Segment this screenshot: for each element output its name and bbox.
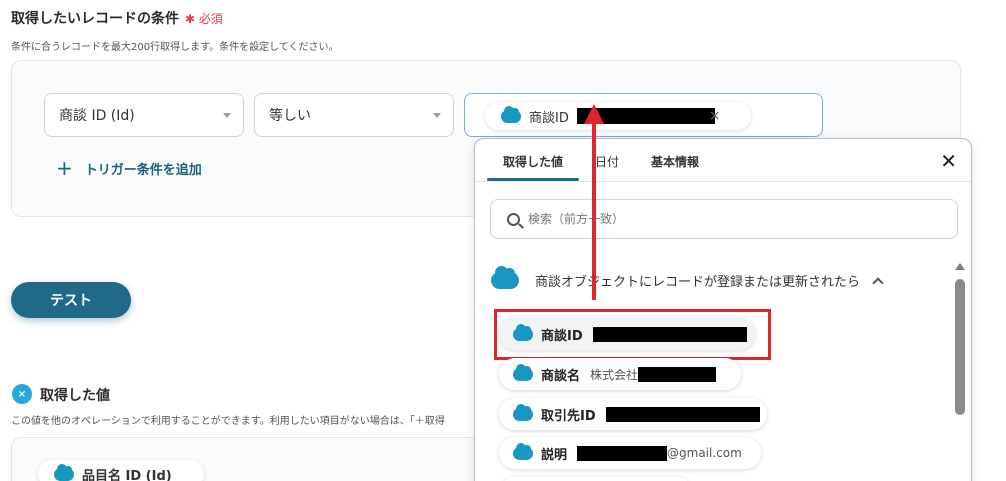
value-input[interactable]: 商談ID × [464, 93, 823, 137]
redacted-value [605, 406, 760, 422]
redacted-value [577, 445, 668, 461]
got-values-description: この値を他のオペレーションで利用することができます。利用したい項目がない場合は、… [11, 416, 445, 427]
list-item-account-id[interactable]: 取引先ID [499, 398, 767, 430]
cloud-icon [54, 463, 74, 481]
got-values-icon: × [12, 384, 32, 404]
redacted-value [638, 366, 717, 382]
scroll-up-icon[interactable] [955, 263, 965, 270]
operator-select[interactable]: 等しい [254, 93, 454, 137]
chevron-up-icon[interactable] [872, 276, 884, 289]
group-title: 商談オブジェクトにレコードが登録または更新されたら [535, 275, 861, 290]
got-value-chip[interactable]: 品目名 ID (Id) [38, 460, 204, 481]
test-button[interactable]: テスト [11, 282, 131, 318]
close-icon[interactable]: ✕ [940, 151, 957, 171]
cloud-icon [513, 403, 533, 421]
list-item-partial[interactable] [499, 477, 693, 481]
required-badge: ✱ 必須 [185, 12, 223, 26]
chevron-down-icon [433, 113, 441, 118]
item-label: 取引先ID [541, 408, 596, 424]
cloud-icon [491, 266, 519, 289]
add-trigger-button[interactable]: + トリガー条件を追加 [56, 158, 202, 178]
close-icon[interactable]: × [709, 108, 721, 124]
value-chip-label: 商談ID [529, 110, 569, 126]
item-label: 説明 [541, 447, 568, 463]
section-title: 取得したいレコードの条件 ✱ 必須 [11, 8, 223, 28]
search-field[interactable] [490, 199, 958, 239]
value-picker-popup: 取得した値 日付 基本情報 ✕ 商談オブジェクトにレコードが登録または更新された… [474, 138, 972, 481]
cloud-icon [513, 363, 533, 381]
field-select-value: 商談 ID (Id) [59, 108, 135, 124]
item-value: @gmail.com [667, 446, 742, 460]
value-chip[interactable]: 商談ID × [485, 102, 751, 130]
section-description: 条件に合うレコードを最大200行取得します。条件を設定してください。 [11, 42, 339, 53]
list-item-description[interactable]: 説明 @gmail.com [499, 437, 761, 469]
got-values-panel: 品目名 ID (Id) [11, 437, 481, 481]
search-icon [507, 212, 520, 226]
add-trigger-label: トリガー条件を追加 [84, 162, 202, 178]
tab-basic-info[interactable]: 基本情報 [651, 153, 699, 170]
tab-date[interactable]: 日付 [595, 153, 619, 170]
chevron-down-icon [223, 113, 231, 118]
plus-icon: + [56, 156, 73, 180]
cloud-icon [513, 442, 533, 460]
redacted-value [576, 108, 715, 124]
operator-select-value: 等しい [269, 108, 311, 124]
got-values-title: 取得した値 [40, 388, 110, 404]
search-input[interactable] [528, 212, 908, 226]
item-label: 商談名 [541, 368, 581, 384]
list-item-deal-name[interactable]: 商談名 株式会社 [499, 358, 741, 390]
got-value-chip-label: 品目名 ID (Id) [82, 468, 172, 481]
field-select[interactable]: 商談 ID (Id) [44, 93, 244, 137]
item-value: 株式会社 [590, 367, 639, 382]
tab-got-values[interactable]: 取得した値 [503, 153, 563, 170]
tabs-divider [475, 181, 971, 182]
section-title-text: 取得したいレコードの条件 [11, 11, 179, 27]
selection-highlight [494, 309, 771, 360]
cloud-icon [501, 105, 521, 123]
group-header[interactable]: 商談オブジェクトにレコードが登録または更新されたら [491, 266, 884, 290]
scrollbar[interactable] [955, 279, 965, 415]
